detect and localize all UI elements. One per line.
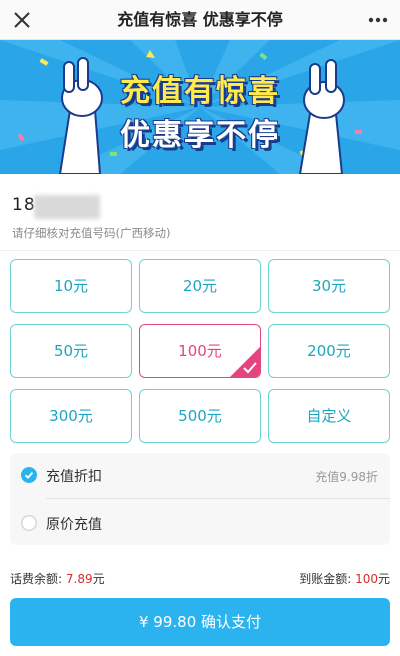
amount-option-custom[interactable]: 自定义: [268, 389, 390, 443]
amount-label: 500元: [178, 407, 222, 425]
banner-headline-2: 优惠享不停: [120, 118, 280, 153]
amount-option-50[interactable]: 50元: [10, 324, 132, 378]
option-discount-label: 充值折扣: [46, 469, 102, 485]
phone-number-blur: [34, 195, 100, 219]
divider: [0, 250, 400, 251]
option-discount[interactable]: 充值折扣 充值9.98折: [10, 453, 390, 497]
amount-label: 20元: [182, 277, 218, 295]
credit-unit: 元: [377, 572, 390, 586]
balance-label: 话费余额:: [10, 572, 63, 586]
page-title: 充值有惊喜 优惠享不停: [117, 10, 283, 29]
amount-label: 30元: [311, 277, 347, 295]
amount-option-500[interactable]: 500元: [139, 389, 261, 443]
phone-number[interactable]: 18: [12, 195, 36, 215]
amount-option-10[interactable]: 10元: [10, 259, 132, 313]
amount-label: 10元: [53, 277, 89, 295]
discount-rate: 充值9.98折: [315, 470, 378, 484]
confirm-pay-button[interactable]: ¥ 99.80 确认支付: [10, 598, 390, 646]
title-bar: 充值有惊喜 优惠享不停: [0, 0, 400, 40]
credit-info: 到账金额: 100元: [299, 570, 390, 587]
balance-info: 话费余额: 7.89元: [10, 570, 105, 587]
divider: [46, 498, 390, 499]
amount-option-100[interactable]: 100元: [139, 324, 261, 378]
option-original-label: 原价充值: [46, 517, 102, 533]
payment-options: 充值折扣 充值9.98折 原价充值: [10, 453, 390, 545]
balance-unit: 元: [92, 572, 105, 586]
credit-value: 100: [355, 572, 378, 586]
amount-label: 100元: [178, 342, 222, 360]
radio-icon: [21, 515, 37, 531]
promo-banner: 充值有惊喜 优惠享不停: [0, 40, 400, 174]
more-icon[interactable]: [366, 8, 390, 32]
amount-label: 200元: [307, 342, 351, 360]
credit-label: 到账金额:: [299, 572, 352, 586]
amount-option-300[interactable]: 300元: [10, 389, 132, 443]
option-original[interactable]: 原价充值: [10, 501, 390, 545]
amount-label: 自定义: [306, 407, 352, 425]
selected-check-icon: [230, 347, 260, 377]
amount-label: 300元: [49, 407, 93, 425]
banner-headline-1: 充值有惊喜: [120, 74, 280, 109]
amount-label: 50元: [53, 342, 89, 360]
amount-option-200[interactable]: 200元: [268, 324, 390, 378]
amount-grid: 10元 20元 30元 50元 100元 200元 300元 500元 自定义: [10, 259, 390, 447]
phone-hint: 请仔细核对充值号码(广西移动): [12, 226, 171, 240]
amount-option-20[interactable]: 20元: [139, 259, 261, 313]
close-icon[interactable]: [8, 6, 36, 34]
balance-value: 7.89: [65, 572, 93, 586]
amount-option-30[interactable]: 30元: [268, 259, 390, 313]
checked-radio-icon: [21, 467, 37, 483]
